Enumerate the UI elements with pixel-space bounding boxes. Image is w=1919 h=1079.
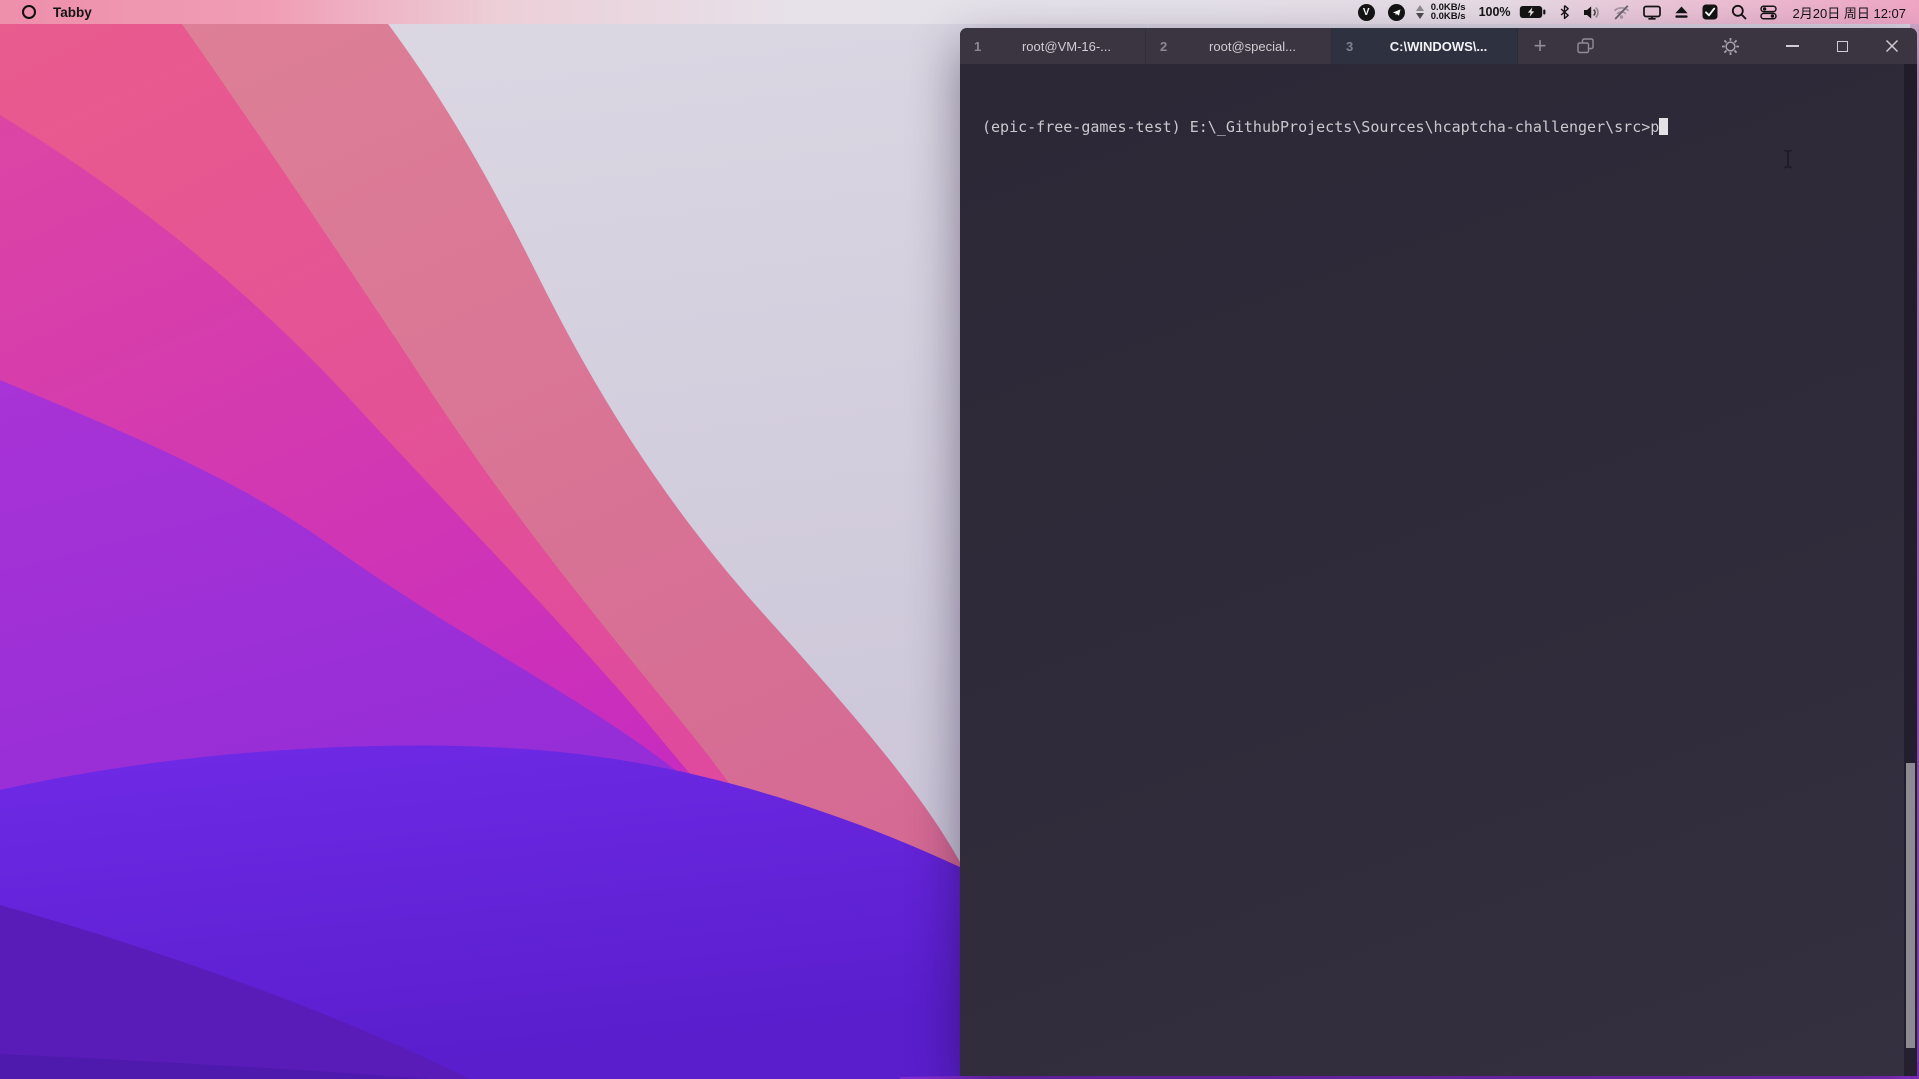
tasks-check-glyph <box>1702 4 1718 20</box>
scrollbar-thumb[interactable] <box>1906 763 1915 1048</box>
battery-charging-icon[interactable] <box>1519 5 1546 19</box>
volume-icon[interactable] <box>1583 5 1600 20</box>
eject-glyph <box>1674 6 1688 18</box>
telegram-icon[interactable] <box>1387 3 1405 21</box>
gear-glyph <box>1721 37 1739 55</box>
tab-2-label: root@special... <box>1209 38 1296 54</box>
menubar-app-name[interactable]: Tabby <box>53 5 92 20</box>
bluetooth-icon[interactable] <box>1559 4 1570 20</box>
tab-2[interactable]: 2 root@special... <box>1146 28 1332 64</box>
control-center-glyph <box>1759 4 1777 20</box>
minimize-button[interactable] <box>1767 28 1817 64</box>
eject-icon[interactable] <box>1674 5 1689 19</box>
settings-gear-icon[interactable] <box>1707 28 1753 64</box>
download-speed: 0.0KB/s <box>1430 11 1466 22</box>
search-icon[interactable] <box>1731 4 1747 20</box>
bluetooth-glyph <box>1560 5 1569 20</box>
terminal-viewport[interactable]: (epic-free-games-test) E:\_GithubProject… <box>960 64 1917 1076</box>
volume-glyph <box>1583 5 1599 19</box>
prompt-text: (epic-free-games-test) E:\_GithubProject… <box>982 118 1660 136</box>
split-duplicate-icon[interactable] <box>1562 28 1608 64</box>
proxy-v-icon[interactable]: V <box>1357 3 1375 21</box>
telegram-plane-glyph <box>1392 8 1401 16</box>
terminal-prompt-line: (epic-free-games-test) E:\_GithubProject… <box>982 118 1669 136</box>
tab-1-number: 1 <box>974 38 982 54</box>
upload-arrow-icon <box>1415 5 1424 11</box>
tasks-check-icon[interactable] <box>1702 4 1718 20</box>
desktop: Tabby V 0.0KB/s 0.0KB/s 100% 2月20日 周日 12… <box>0 0 1919 1079</box>
maximize-icon <box>1836 40 1848 52</box>
close-icon <box>1885 39 1899 53</box>
display-icon[interactable] <box>1642 5 1661 20</box>
download-arrow-icon <box>1415 13 1424 19</box>
wifi-off-icon[interactable] <box>1613 4 1630 20</box>
battery-percent: 100% <box>1478 5 1511 19</box>
duplicate-glyph <box>1576 38 1594 54</box>
display-glyph <box>1642 5 1661 20</box>
tabby-terminal-window: 1 root@VM-16-... 2 root@special... 3 C:\… <box>960 28 1917 1076</box>
terminal-block-cursor <box>1659 118 1669 135</box>
control-center-icon[interactable] <box>1759 4 1777 20</box>
proxy-v-letter: V <box>1362 6 1370 18</box>
wifi-off-glyph <box>1613 4 1629 20</box>
menubar-clock[interactable]: 2月20日 周日 12:07 <box>1793 3 1906 22</box>
close-button[interactable] <box>1867 28 1917 64</box>
tab-3-active[interactable]: 3 C:\WINDOWS\... <box>1332 28 1518 64</box>
network-arrows-icon[interactable] <box>1415 5 1424 19</box>
minimize-icon <box>1785 45 1799 47</box>
tab-3-label: C:\WINDOWS\... <box>1389 38 1488 54</box>
tab-1[interactable]: 1 root@VM-16-... <box>960 28 1146 64</box>
scrollbar-track[interactable] <box>1904 64 1917 1076</box>
network-speed[interactable]: 0.0KB/s 0.0KB/s <box>1430 2 1466 22</box>
maximize-button[interactable] <box>1817 28 1867 64</box>
text-ibeam-cursor <box>1784 149 1792 169</box>
search-glyph <box>1731 4 1746 20</box>
tab-3-number: 3 <box>1346 38 1354 54</box>
battery-glyph <box>1519 6 1545 18</box>
tab-bar: 1 root@VM-16-... 2 root@special... 3 C:\… <box>960 28 1917 64</box>
menu-bar: Tabby V 0.0KB/s 0.0KB/s 100% 2月20日 周日 12… <box>0 0 1919 24</box>
tab-2-number: 2 <box>1160 38 1168 54</box>
new-tab-button[interactable]: + <box>1518 28 1562 64</box>
tab-1-label: root@VM-16-... <box>1021 38 1112 54</box>
app-logo-ring-icon[interactable] <box>22 5 36 19</box>
tabbar-spacer <box>1608 28 1707 64</box>
